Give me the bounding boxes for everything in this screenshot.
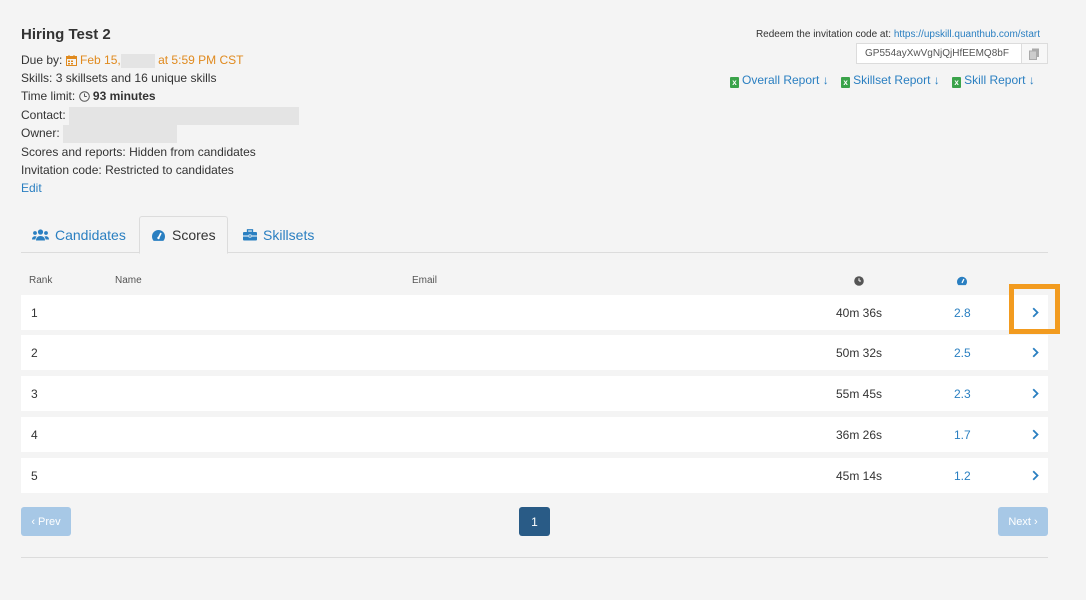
page-1-button[interactable]: 1: [519, 507, 550, 536]
overall-report-link[interactable]: x Overall Report ↓: [730, 73, 829, 88]
speedometer-icon: [957, 276, 967, 286]
redacted-year: [120, 53, 155, 68]
invitation-code-box[interactable]: GP554ayXwVgNjQjHfEEMQ8bF: [856, 43, 1048, 64]
tab-scores[interactable]: Scores: [139, 216, 228, 254]
chevron-right-icon: [1032, 388, 1039, 399]
due-label: Due by:: [21, 53, 63, 67]
table-row[interactable]: 1 40m 36s 2.8: [21, 295, 1048, 330]
column-header-rank[interactable]: Rank: [29, 275, 52, 286]
due-value: Feb 15, at 5:59 PM CST: [65, 53, 243, 68]
redeem-url-link[interactable]: https://upskill.quanthub.com/start: [894, 29, 1040, 40]
edit-link[interactable]: Edit: [21, 179, 42, 197]
users-icon: [32, 228, 49, 240]
row-detail-button[interactable]: [1027, 376, 1043, 411]
row-detail-button[interactable]: [1027, 335, 1043, 370]
due-date-line: Due by: Feb 15, at 5:59 PM CST: [21, 51, 243, 69]
redeem-text: Redeem the invitation code at: https://u…: [755, 29, 1040, 40]
download-arrow-icon: ↓: [822, 73, 829, 87]
briefcase-icon: [243, 228, 257, 240]
table-row[interactable]: 2 50m 32s 2.5: [21, 335, 1048, 370]
score-link[interactable]: 2.5: [954, 335, 971, 370]
rank-cell: 3: [31, 386, 38, 401]
chevron-right-icon: [1032, 429, 1039, 440]
reports-bar: x Overall Report ↓ x Skillset Report ↓ x Sk…: [721, 73, 1035, 88]
skills-line: Skills: 3 skillsets and 16 unique skills: [21, 71, 217, 85]
column-header-time[interactable]: [854, 276, 864, 289]
excel-icon: x: [841, 77, 851, 88]
time-cell: 55m 45s: [836, 386, 883, 401]
time-cell: 36m 26s: [836, 427, 883, 442]
clock-icon: [854, 276, 864, 286]
download-arrow-icon: ↓: [1028, 73, 1035, 87]
contact-line: Contact:: [21, 106, 300, 125]
time-cell: 45m 14s: [836, 468, 883, 483]
table-row[interactable]: 5 45m 14s 1.2: [21, 458, 1048, 493]
time-cell: 40m 36s: [836, 305, 883, 320]
excel-icon: x: [952, 77, 962, 88]
download-arrow-icon: ↓: [933, 73, 940, 87]
speedometer-icon: [152, 229, 165, 241]
tab-bar: Candidates Scores Skillsets: [21, 216, 1048, 254]
tab-skillsets[interactable]: Skillsets: [232, 216, 325, 253]
excel-icon: x: [730, 77, 739, 88]
scores-reports-line: Scores and reports: Hidden from candidat…: [21, 145, 256, 159]
table-row[interactable]: 3 55m 45s 2.3: [21, 376, 1048, 411]
time-limit-line: Time limit: 93 minutes: [21, 89, 156, 103]
chevron-right-icon: [1032, 470, 1039, 481]
score-link[interactable]: 1.2: [954, 458, 971, 493]
owner-line: Owner:: [21, 124, 178, 143]
copy-icon: [1029, 48, 1039, 60]
page-title: Hiring Test 2: [21, 26, 111, 43]
rank-cell: 4: [31, 427, 38, 442]
invitation-code-line: Invitation code: Restricted to candidate…: [21, 163, 234, 177]
score-link[interactable]: 2.8: [954, 295, 971, 330]
row-detail-button[interactable]: [1027, 458, 1043, 493]
rank-cell: 5: [31, 468, 38, 483]
skill-report-link[interactable]: x Skill Report ↓: [952, 73, 1035, 88]
table-row[interactable]: 4 36m 26s 1.7: [21, 417, 1048, 452]
chevron-right-icon: [1032, 307, 1039, 318]
column-header-score[interactable]: [956, 276, 968, 289]
prev-page-button[interactable]: ‹ Prev: [21, 507, 71, 536]
score-link[interactable]: 2.3: [954, 376, 971, 411]
copy-button[interactable]: [1021, 44, 1047, 63]
redacted-contact: [69, 106, 300, 125]
calendar-icon: [65, 55, 77, 66]
time-cell: 50m 32s: [836, 345, 883, 360]
row-detail-button[interactable]: [1027, 417, 1043, 452]
column-header-name[interactable]: Name: [115, 275, 142, 286]
score-link[interactable]: 1.7: [954, 417, 971, 452]
clock-icon: [78, 91, 90, 102]
chevron-right-icon: [1032, 347, 1039, 358]
tab-candidates[interactable]: Candidates: [21, 216, 137, 253]
redacted-owner: [63, 124, 178, 143]
invitation-code-value[interactable]: GP554ayXwVgNjQjHfEEMQ8bF: [857, 48, 1021, 59]
rank-cell: 1: [31, 305, 38, 320]
skillset-report-link[interactable]: x Skillset Report ↓: [841, 73, 940, 88]
column-header-email[interactable]: Email: [412, 275, 437, 286]
divider: [21, 557, 1048, 558]
row-detail-button[interactable]: [1027, 295, 1043, 330]
rank-cell: 2: [31, 345, 38, 360]
next-page-button[interactable]: Next ›: [998, 507, 1048, 536]
